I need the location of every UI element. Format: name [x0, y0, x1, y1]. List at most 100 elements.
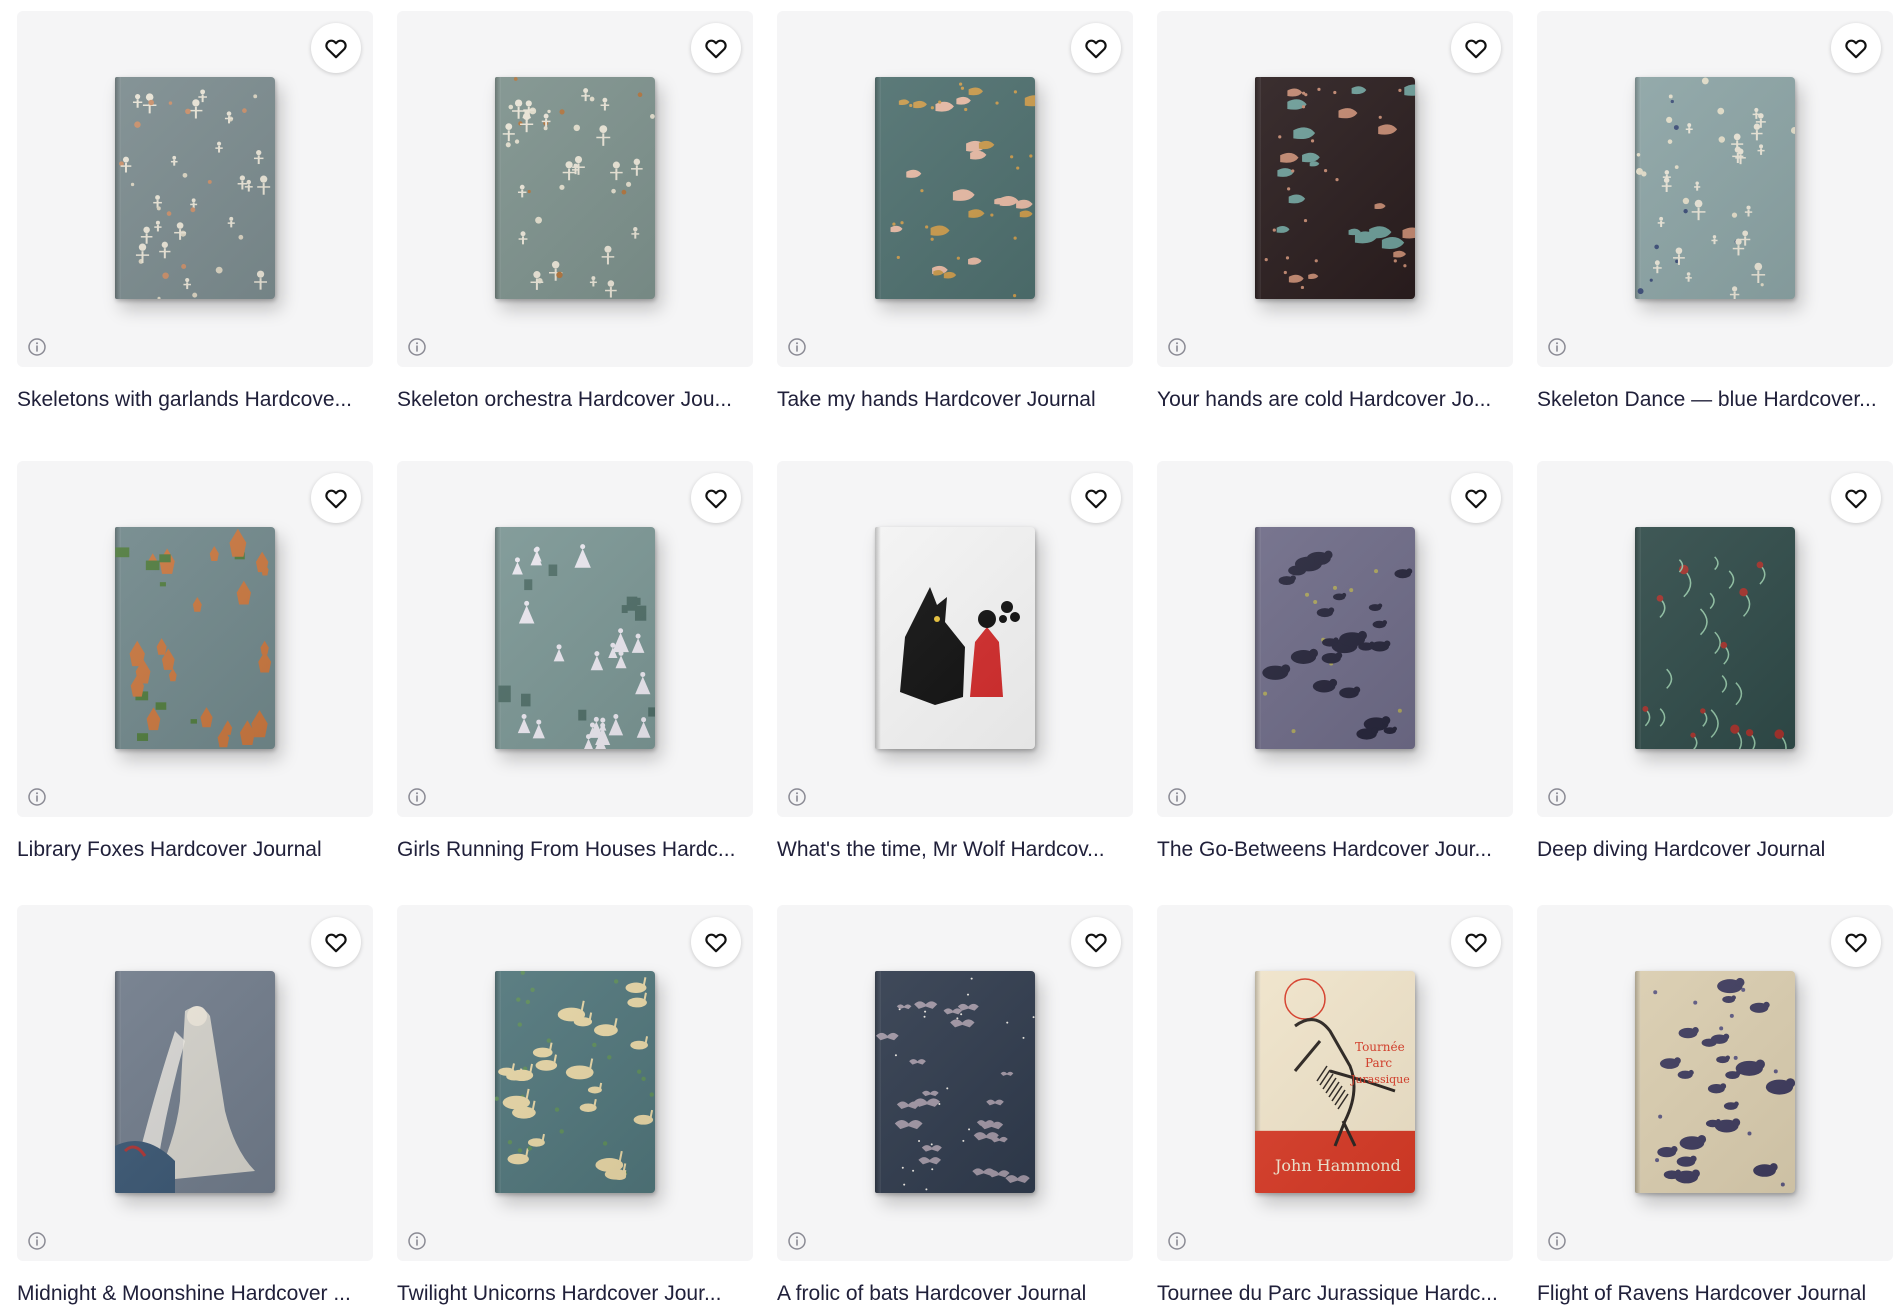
favorite-button[interactable] — [1071, 917, 1121, 967]
product-title-link[interactable]: Library Foxes Hardcover Journal — [17, 837, 373, 863]
info-circle-icon[interactable] — [1547, 1231, 1567, 1251]
favorite-button[interactable] — [691, 23, 741, 73]
product-title-link[interactable]: Skeleton Dance — blue Hardcover... — [1537, 387, 1893, 413]
heart-outline-icon — [703, 485, 729, 511]
product-card[interactable]: A frolic of bats Hardcover Journal — [777, 905, 1133, 1315]
product-card[interactable]: Take my hands Hardcover Journal — [777, 11, 1133, 461]
product-thumbnail[interactable] — [17, 461, 373, 817]
product-card[interactable]: What's the time, Mr Wolf Hardcov... — [777, 461, 1133, 905]
info-circle-icon[interactable] — [27, 787, 47, 807]
heart-outline-icon — [323, 35, 349, 61]
product-card[interactable]: Your hands are cold Hardcover Jo... — [1157, 11, 1513, 461]
product-title-link[interactable]: Midnight & Moonshine Hardcover ... — [17, 1281, 373, 1307]
favorite-button[interactable] — [311, 23, 361, 73]
favorite-button[interactable] — [1831, 23, 1881, 73]
journal-cover-image — [1635, 77, 1795, 299]
product-title-link[interactable]: Deep diving Hardcover Journal — [1537, 837, 1893, 863]
favorite-button[interactable] — [311, 473, 361, 523]
svg-text:John Hammond: John Hammond — [1273, 1156, 1401, 1175]
info-circle-icon[interactable] — [1547, 337, 1567, 357]
product-thumbnail[interactable]: Tournée Parc Jurassique John Hammond — [1157, 905, 1513, 1261]
info-circle-icon[interactable] — [407, 787, 427, 807]
heart-outline-icon — [1083, 929, 1109, 955]
journal-cover-image — [115, 971, 275, 1193]
product-title-link[interactable]: Take my hands Hardcover Journal — [777, 387, 1133, 413]
svg-text:Tournée: Tournée — [1355, 1040, 1405, 1054]
journal-cover-image — [1255, 527, 1415, 749]
product-card[interactable]: Skeleton orchestra Hardcover Jou... — [397, 11, 753, 461]
heart-outline-icon — [1463, 35, 1489, 61]
favorite-button[interactable] — [1451, 23, 1501, 73]
heart-outline-icon — [1463, 485, 1489, 511]
product-thumbnail[interactable] — [397, 905, 753, 1261]
heart-outline-icon — [1843, 35, 1869, 61]
favorite-button[interactable] — [1831, 473, 1881, 523]
info-circle-icon[interactable] — [407, 337, 427, 357]
product-card[interactable]: Tournée Parc Jurassique John Hammond Tournee… — [1157, 905, 1513, 1315]
svg-text:Parc: Parc — [1365, 1056, 1392, 1070]
favorite-button[interactable] — [1071, 473, 1121, 523]
favorite-button[interactable] — [1451, 473, 1501, 523]
favorite-button[interactable] — [691, 473, 741, 523]
product-thumbnail[interactable] — [17, 905, 373, 1261]
product-card[interactable]: Skeletons with garlands Hardcove... — [17, 11, 373, 461]
product-card[interactable]: The Go-Betweens Hardcover Jour... — [1157, 461, 1513, 905]
journal-cover-image — [1635, 971, 1795, 1193]
product-thumbnail[interactable] — [1157, 11, 1513, 367]
product-card[interactable]: Deep diving Hardcover Journal — [1537, 461, 1893, 905]
info-circle-icon[interactable] — [1167, 1231, 1187, 1251]
product-card[interactable]: Girls Running From Houses Hardc... — [397, 461, 753, 905]
favorite-button[interactable] — [1071, 23, 1121, 73]
product-title-link[interactable]: Flight of Ravens Hardcover Journal — [1537, 1281, 1893, 1307]
heart-outline-icon — [1463, 929, 1489, 955]
journal-cover-image — [495, 971, 655, 1193]
journal-cover-image — [1635, 527, 1795, 749]
info-circle-icon[interactable] — [787, 337, 807, 357]
product-title-link[interactable]: The Go-Betweens Hardcover Jour... — [1157, 837, 1513, 863]
product-card[interactable]: Twilight Unicorns Hardcover Jour... — [397, 905, 753, 1315]
favorite-button[interactable] — [311, 917, 361, 967]
heart-outline-icon — [703, 35, 729, 61]
product-thumbnail[interactable] — [777, 461, 1133, 817]
product-thumbnail[interactable] — [777, 905, 1133, 1261]
info-circle-icon[interactable] — [407, 1231, 427, 1251]
favorite-button[interactable] — [1451, 917, 1501, 967]
info-circle-icon[interactable] — [787, 787, 807, 807]
info-circle-icon[interactable] — [27, 1231, 47, 1251]
product-title-link[interactable]: Girls Running From Houses Hardc... — [397, 837, 753, 863]
product-thumbnail[interactable] — [397, 11, 753, 367]
product-card[interactable]: Midnight & Moonshine Hardcover ... — [17, 905, 373, 1315]
heart-outline-icon — [1083, 35, 1109, 61]
info-circle-icon[interactable] — [27, 337, 47, 357]
product-title-link[interactable]: Your hands are cold Hardcover Jo... — [1157, 387, 1513, 413]
product-thumbnail[interactable] — [17, 11, 373, 367]
heart-outline-icon — [1843, 485, 1869, 511]
favorite-button[interactable] — [691, 917, 741, 967]
product-thumbnail[interactable] — [397, 461, 753, 817]
info-circle-icon[interactable] — [787, 1231, 807, 1251]
info-circle-icon[interactable] — [1167, 337, 1187, 357]
heart-outline-icon — [703, 929, 729, 955]
product-thumbnail[interactable] — [1537, 461, 1893, 817]
favorite-button[interactable] — [1831, 917, 1881, 967]
product-card[interactable]: Skeleton Dance — blue Hardcover... — [1537, 11, 1893, 461]
product-title-link[interactable]: Tournee du Parc Jurassique Hardc... — [1157, 1281, 1513, 1307]
product-title-link[interactable]: A frolic of bats Hardcover Journal — [777, 1281, 1133, 1307]
product-title-link[interactable]: What's the time, Mr Wolf Hardcov... — [777, 837, 1133, 863]
product-title-link[interactable]: Skeletons with garlands Hardcove... — [17, 387, 373, 413]
product-title-link[interactable]: Skeleton orchestra Hardcover Jou... — [397, 387, 753, 413]
heart-outline-icon — [1843, 929, 1869, 955]
product-thumbnail[interactable] — [1537, 905, 1893, 1261]
heart-outline-icon — [323, 929, 349, 955]
product-thumbnail[interactable] — [1537, 11, 1893, 367]
journal-cover-image — [495, 77, 655, 299]
info-circle-icon[interactable] — [1547, 787, 1567, 807]
product-title-link[interactable]: Twilight Unicorns Hardcover Jour... — [397, 1281, 753, 1307]
journal-cover-image — [1255, 77, 1415, 299]
product-grid: Skeletons with garlands Hardcove... Skele… — [17, 11, 1893, 1315]
product-card[interactable]: Flight of Ravens Hardcover Journal — [1537, 905, 1893, 1315]
product-thumbnail[interactable] — [1157, 461, 1513, 817]
product-card[interactable]: Library Foxes Hardcover Journal — [17, 461, 373, 905]
info-circle-icon[interactable] — [1167, 787, 1187, 807]
product-thumbnail[interactable] — [777, 11, 1133, 367]
